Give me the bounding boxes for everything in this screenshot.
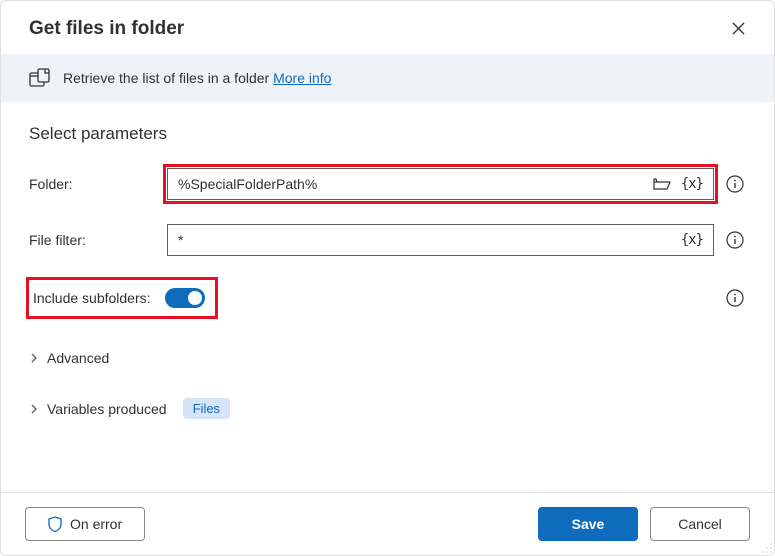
file-filter-info-button[interactable] <box>724 229 746 251</box>
file-filter-label: File filter: <box>29 232 157 248</box>
variable-icon: {x} <box>681 232 703 248</box>
folder-input-wrapper: {x} <box>167 168 714 200</box>
more-info-link[interactable]: More info <box>273 70 331 86</box>
chevron-right-icon <box>29 404 39 414</box>
info-banner: Retrieve the list of files in a folder M… <box>1 54 774 102</box>
advanced-expander[interactable]: Advanced <box>29 344 746 372</box>
files-folder-icon <box>29 68 51 88</box>
info-icon <box>726 289 744 307</box>
file-filter-input-wrapper: {x} <box>167 224 714 256</box>
chevron-right-icon <box>29 353 39 363</box>
cancel-button[interactable]: Cancel <box>650 507 750 541</box>
banner-text: Retrieve the list of files in a folder M… <box>63 70 331 86</box>
folder-open-icon <box>653 177 671 191</box>
section-title: Select parameters <box>29 124 746 144</box>
variable-icon: {x} <box>681 176 703 192</box>
insert-variable-button[interactable]: {x} <box>677 229 707 251</box>
info-icon <box>726 175 744 193</box>
save-button[interactable]: Save <box>538 507 638 541</box>
file-filter-input[interactable] <box>168 225 677 255</box>
include-subfolders-label: Include subfolders: <box>33 290 151 306</box>
shield-icon <box>48 516 62 532</box>
variables-produced-label: Variables produced <box>47 401 167 417</box>
close-icon <box>731 21 746 36</box>
close-button[interactable] <box>727 17 750 40</box>
include-subfolders-toggle[interactable] <box>165 288 205 308</box>
folder-info-button[interactable] <box>724 173 746 195</box>
advanced-label: Advanced <box>47 350 109 366</box>
browse-folder-button[interactable] <box>649 174 675 194</box>
folder-input[interactable] <box>168 169 649 199</box>
folder-label: Folder: <box>29 176 157 192</box>
resize-grip-icon[interactable] <box>761 542 773 554</box>
dialog-title: Get files in folder <box>29 18 184 40</box>
variables-produced-expander[interactable]: Variables produced Files <box>29 392 746 425</box>
include-subfolders-info-button[interactable] <box>724 287 746 309</box>
variable-badge-files[interactable]: Files <box>183 398 230 419</box>
include-subfolders-group: Include subfolders: <box>29 280 215 316</box>
on-error-button[interactable]: On error <box>25 507 145 541</box>
info-icon <box>726 231 744 249</box>
insert-variable-button[interactable]: {x} <box>677 173 707 195</box>
